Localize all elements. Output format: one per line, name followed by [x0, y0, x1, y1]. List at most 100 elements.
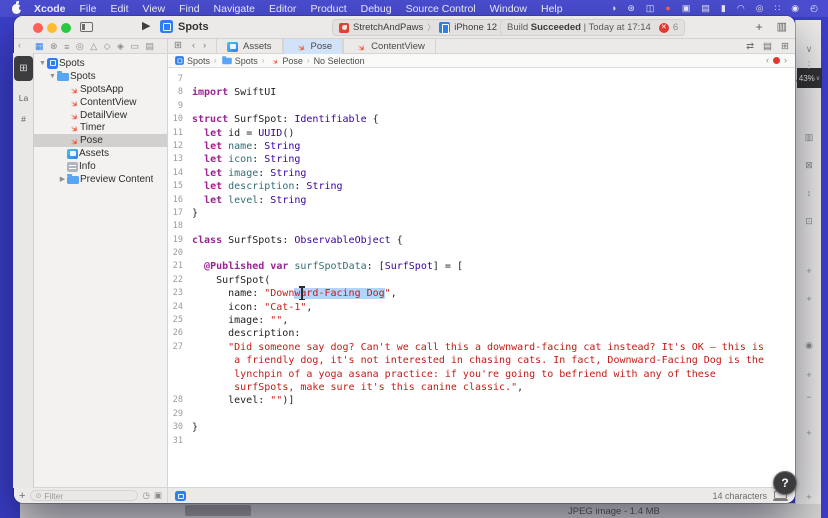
- scm-status-icon[interactable]: ▣: [154, 490, 162, 501]
- jumpbar-segment-no-selection[interactable]: No Selection: [314, 56, 365, 66]
- debug-navigator-icon[interactable]: ◈: [117, 41, 124, 52]
- spotlight-icon[interactable]: ◎: [756, 0, 764, 17]
- split-editor-icon[interactable]: ⊞: [781, 41, 789, 52]
- menu-item-xcode[interactable]: Xcode: [25, 3, 73, 15]
- background-strip-icon[interactable]: ∨: [796, 44, 822, 55]
- code-line[interactable]: 7: [168, 73, 795, 86]
- jumpbar-segment-pose[interactable]: Pose: [268, 55, 303, 66]
- menu-item-help[interactable]: Help: [534, 3, 570, 15]
- minimize-button[interactable]: [47, 23, 57, 33]
- code-line[interactable]: 21 @Published var surfSpotData: [SurfSpo…: [168, 260, 795, 273]
- code-line[interactable]: 25 image: "",: [168, 314, 795, 327]
- close-button[interactable]: [33, 23, 43, 33]
- navigator-item-info[interactable]: Info: [14, 160, 167, 173]
- line-indicator-icon[interactable]: [175, 491, 186, 501]
- background-strip-icon[interactable]: +: [796, 428, 822, 438]
- menu-item-file[interactable]: File: [73, 3, 104, 15]
- siri-icon[interactable]: ◉: [791, 0, 799, 17]
- help-button[interactable]: ?: [773, 471, 797, 495]
- menu-item-source-control[interactable]: Source Control: [399, 3, 483, 15]
- downloads-icon[interactable]: ◫: [646, 0, 655, 17]
- code-line[interactable]: 24 icon: "Cat-1",: [168, 301, 795, 314]
- scheme-selector[interactable]: StretchAndPaws 〉 iPhone 12: [332, 19, 504, 36]
- filter-input[interactable]: ⊙ Filter: [30, 490, 137, 501]
- tab-pose[interactable]: Pose: [283, 39, 344, 54]
- background-strip-icon[interactable]: +: [796, 294, 822, 304]
- code-line[interactable]: 13 let icon: String: [168, 153, 795, 166]
- background-strip-icon[interactable]: ⊠: [796, 160, 822, 171]
- palette-tool-icon[interactable]: ⊞: [14, 56, 33, 81]
- menu-item-edit[interactable]: Edit: [103, 3, 135, 15]
- navigator-item-detailview[interactable]: DetailView: [14, 109, 167, 122]
- disclosure-triangle-icon[interactable]: ▶: [58, 175, 67, 183]
- control-center-icon[interactable]: ∷: [775, 0, 781, 17]
- source-control-navigator-icon[interactable]: ⊗: [50, 41, 58, 52]
- project-navigator-icon[interactable]: ▦: [35, 41, 44, 52]
- menu-item-product[interactable]: Product: [303, 3, 353, 15]
- navigator-item-spots[interactable]: ▼Spots: [14, 70, 167, 83]
- mirroring-icon[interactable]: ▤: [701, 0, 710, 17]
- issue-back-icon[interactable]: ‹: [766, 55, 769, 65]
- navigator-item-spotsapp[interactable]: SpotsApp: [14, 83, 167, 96]
- menu-item-view[interactable]: View: [136, 3, 173, 15]
- swap-editor-icon[interactable]: ⇄: [746, 41, 754, 52]
- disclosure-triangle-icon[interactable]: ▼: [48, 73, 57, 80]
- menu-item-find[interactable]: Find: [172, 3, 206, 15]
- user-status-icon[interactable]: ◑: [611, 0, 616, 17]
- code-line[interactable]: surfSpots, make sure it's this canine cl…: [168, 381, 795, 394]
- code-line[interactable]: 22 SurfSpot(: [168, 274, 795, 287]
- screen-capture-icon[interactable]: ▣: [682, 0, 691, 17]
- navigator-item-pose[interactable]: Pose: [14, 134, 167, 147]
- code-line[interactable]: 9: [168, 100, 795, 113]
- recent-files-icon[interactable]: ◷: [143, 490, 150, 501]
- code-line[interactable]: 17}: [168, 207, 795, 220]
- symbol-navigator-icon[interactable]: ≡: [64, 42, 69, 52]
- background-zoom-control[interactable]: 43%∨: [797, 68, 822, 88]
- disclosure-triangle-icon[interactable]: ▼: [38, 60, 47, 67]
- run-button[interactable]: ▶: [142, 19, 150, 32]
- navigator-item-spots[interactable]: ▼Spots: [14, 57, 167, 70]
- code-line[interactable]: 23 name: "Downward-Facing Dog",: [168, 287, 795, 300]
- code-line[interactable]: 16 let level: String: [168, 194, 795, 207]
- code-line[interactable]: 18: [168, 220, 795, 233]
- tab-overview-icon[interactable]: ⊞: [174, 40, 182, 51]
- menu-item-editor[interactable]: Editor: [262, 3, 303, 15]
- tab-back-icon[interactable]: ‹: [192, 40, 195, 51]
- background-strip-icon[interactable]: ⊡: [796, 216, 822, 227]
- tab-contentview[interactable]: ContentView: [343, 39, 436, 54]
- settings-icon[interactable]: ⊛: [627, 0, 635, 17]
- navigator-item-timer[interactable]: Timer: [14, 121, 167, 134]
- test-navigator-icon[interactable]: ◇: [104, 41, 111, 52]
- code-line[interactable]: 8import SwiftUI: [168, 86, 795, 99]
- add-file-button[interactable]: +: [19, 490, 25, 502]
- code-line[interactable]: 10struct SurfSpot: Identifiable {: [168, 113, 795, 126]
- code-line[interactable]: 27 "Did someone say dog? Can't we call t…: [168, 341, 795, 354]
- jump-bar[interactable]: Spots›Spots›Pose›No Selection ‹ ›: [168, 54, 795, 68]
- menu-item-window[interactable]: Window: [483, 3, 534, 15]
- library-add-button[interactable]: +: [756, 20, 763, 34]
- code-editor[interactable]: 78import SwiftUI910struct SurfSpot: Iden…: [168, 68, 795, 487]
- background-strip-icon[interactable]: −: [796, 392, 822, 402]
- tab-forward-icon[interactable]: ›: [203, 40, 206, 51]
- breakpoint-navigator-icon[interactable]: ▭: [130, 41, 139, 52]
- background-strip-icon[interactable]: +: [796, 370, 822, 380]
- tab-assets[interactable]: Assets: [216, 39, 283, 54]
- code-line[interactable]: 30}: [168, 421, 795, 434]
- report-navigator-icon[interactable]: ▤: [145, 41, 154, 52]
- code-line[interactable]: 19class SurfSpots: ObservableObject {: [168, 234, 795, 247]
- code-line[interactable]: lynchpin of a yoga asana practice: if yo…: [168, 368, 795, 381]
- code-line[interactable]: 14 let image: String: [168, 167, 795, 180]
- find-navigator-icon[interactable]: ◎: [76, 41, 84, 52]
- clock-icon[interactable]: ◴: [810, 0, 818, 17]
- battery-icon[interactable]: ▮: [721, 0, 726, 17]
- menu-item-navigate[interactable]: Navigate: [207, 3, 262, 15]
- navigator-item-preview-content[interactable]: ▶Preview Content: [14, 173, 167, 186]
- issue-navigator-icon[interactable]: △: [90, 41, 97, 52]
- code-line[interactable]: 31: [168, 435, 795, 448]
- navigator-item-assets[interactable]: Assets: [14, 147, 167, 160]
- code-line[interactable]: 28 level: "")]: [168, 394, 795, 407]
- menu-item-debug[interactable]: Debug: [354, 3, 399, 15]
- editor-list-icon[interactable]: ▤: [763, 41, 772, 52]
- record-dot-icon[interactable]: ●: [665, 0, 670, 17]
- code-line[interactable]: 20: [168, 247, 795, 260]
